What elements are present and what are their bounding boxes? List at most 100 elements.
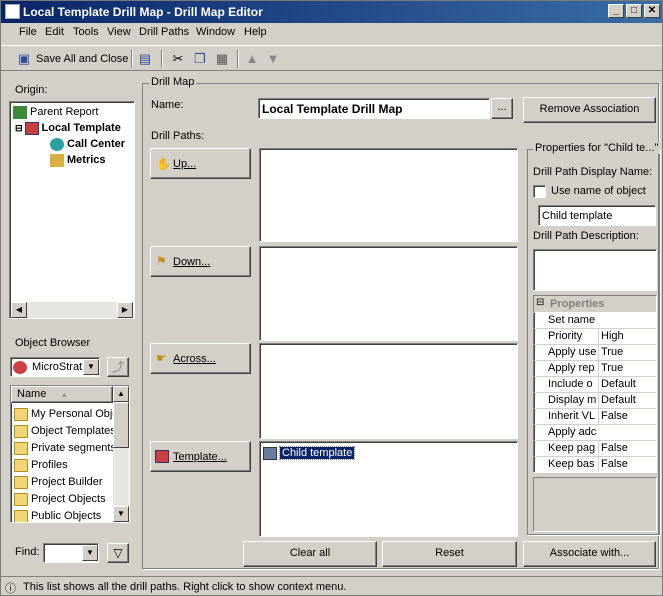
menu-window[interactable]: Window [196, 26, 235, 38]
folder-icon [14, 475, 28, 489]
clear-all-button[interactable]: Clear all [243, 541, 377, 567]
list-item[interactable]: Public Objects [14, 508, 101, 522]
status-text: This list shows all the drill paths. Rig… [23, 581, 347, 593]
up-arrow-icon: ✋ [156, 157, 171, 171]
folder-icon [14, 492, 28, 506]
filter-button[interactable]: ▽ [107, 543, 129, 563]
folder-icon [14, 441, 28, 455]
remove-association-button[interactable]: Remove Association [523, 97, 656, 123]
down-paths-list[interactable] [259, 246, 518, 341]
property-row[interactable]: Display m Default [534, 393, 656, 409]
save-icon-2[interactable]: ▤ [136, 50, 154, 68]
menu-bar: File Edit Tools View Drill Paths Window … [1, 23, 662, 43]
property-row[interactable]: Include o Default [534, 377, 656, 393]
status-bar: ⓘ This list shows all the drill paths. R… [1, 576, 662, 596]
browse-button[interactable]: ... [491, 98, 513, 119]
property-row[interactable]: Keep pag False [534, 441, 656, 457]
across-button[interactable]: ☛ Across... [150, 343, 251, 374]
list-item[interactable]: My Personal Obje [14, 406, 118, 422]
template-button[interactable]: Template... [150, 441, 251, 472]
tree-item-call-center[interactable]: Call Center [50, 136, 125, 152]
find-dropdown[interactable]: ▼ [43, 543, 99, 563]
menu-view[interactable]: View [107, 26, 131, 38]
parent-folder-button[interactable]: ⤴ [107, 357, 129, 377]
property-row[interactable]: Apply adc [534, 425, 656, 441]
property-row[interactable]: Apply use True [534, 345, 656, 361]
save-all-and-close-button[interactable]: Save All and Close [36, 53, 128, 65]
chevron-down-icon[interactable]: ▼ [82, 545, 98, 561]
filter-icon: ▽ [113, 546, 123, 560]
tree-item-local-template[interactable]: ⊟ Local Template [15, 120, 121, 136]
folder-icon [14, 424, 28, 438]
chevron-down-icon[interactable]: ▼ [83, 359, 99, 375]
up-paths-list[interactable] [259, 148, 518, 242]
tree-item-metrics[interactable]: Metrics [50, 152, 106, 168]
microstrategy-icon [13, 361, 27, 374]
object-browser-list[interactable]: Name ▲ My Personal Obje Object Templates … [10, 385, 130, 523]
object-browser-vertical-scrollbar[interactable]: ▲ ▼ [113, 386, 129, 522]
cut-icon[interactable]: ✂ [169, 50, 187, 68]
property-row[interactable]: Set name [534, 313, 656, 329]
scroll-down-arrow[interactable]: ▼ [113, 506, 129, 522]
toolbar: ▣ Save All and Close ▤ ✂ ❐ ▦ ▲ ▼ [1, 45, 662, 71]
list-item[interactable]: Object Templates [14, 423, 116, 439]
minimize-button[interactable]: _ [608, 4, 624, 18]
sort-arrow-icon: ▲ [60, 390, 69, 399]
drill-paths-label: Drill Paths: [151, 130, 205, 142]
display-name-label: Drill Path Display Name: [533, 166, 653, 178]
description-input[interactable] [533, 249, 657, 291]
menu-help[interactable]: Help [244, 26, 267, 38]
drill-map-name-input[interactable]: Local Template Drill Map [258, 98, 490, 119]
list-item[interactable]: Project Builder [14, 474, 103, 490]
menu-tools[interactable]: Tools [73, 26, 99, 38]
save-icon: ▣ [17, 51, 31, 66]
list-item[interactable]: Private segments [14, 440, 116, 456]
toolbar-separator [131, 50, 133, 68]
object-source-dropdown[interactable]: MicroStrat ▼ [10, 357, 100, 377]
property-row[interactable]: Keep bas False [534, 457, 656, 472]
list-item[interactable]: Profiles [14, 457, 68, 473]
scroll-thumb[interactable] [113, 402, 129, 448]
object-browser-label: Object Browser [15, 337, 91, 349]
tree-item-parent-report[interactable]: Parent Report [13, 104, 98, 120]
name-column-header[interactable]: Name ▲ [11, 386, 113, 403]
window-title: Local Template Drill Map - Drill Map Edi… [23, 5, 263, 19]
menu-file[interactable]: File [19, 26, 37, 38]
associate-with-button[interactable]: Associate with... [523, 541, 656, 567]
origin-horizontal-scrollbar[interactable]: ◀ ▶ [11, 302, 133, 318]
find-label: Find: [15, 546, 40, 558]
down-button[interactable]: ⚑ Down... [150, 246, 251, 277]
properties-grid[interactable]: ⊟ Properties Set name Priority High Apply… [533, 295, 657, 473]
maximize-button[interactable]: □ [626, 4, 642, 18]
property-row[interactable]: Inherit VL False [534, 409, 656, 425]
list-item[interactable]: Project Objects [14, 491, 106, 507]
paste-icon[interactable]: ▦ [213, 50, 231, 68]
move-down-icon[interactable]: ▼ [264, 50, 282, 68]
toolbar-separator [161, 50, 163, 68]
use-name-label: Use name of object [551, 185, 646, 197]
scroll-up-arrow[interactable]: ▲ [113, 386, 129, 402]
title-bar: Local Template Drill Map - Drill Map Edi… [1, 1, 662, 23]
menu-edit[interactable]: Edit [45, 26, 64, 38]
display-name-input[interactable]: Child template [538, 205, 656, 226]
across-paths-list[interactable] [259, 343, 518, 439]
drill-map-group-title: Drill Map [149, 76, 197, 88]
scroll-right-arrow[interactable]: ▶ [117, 302, 133, 318]
property-row[interactable]: Priority High [534, 329, 656, 345]
collapse-icon: ⊟ [15, 123, 23, 133]
origin-tree[interactable]: Parent Report ⊟ Local Template Call Cente… [9, 101, 135, 319]
up-button[interactable]: ✋ Up... [150, 148, 251, 179]
template-paths-list[interactable]: Child template [259, 441, 518, 537]
move-up-icon[interactable]: ▲ [243, 50, 261, 68]
close-button[interactable]: ✕ [644, 4, 660, 18]
toolbar-separator [237, 50, 239, 68]
reset-button[interactable]: Reset [382, 541, 517, 567]
scroll-left-arrow[interactable]: ◀ [11, 302, 27, 318]
list-item-child-template[interactable]: Child template [263, 445, 356, 461]
template-icon [24, 121, 39, 135]
property-row[interactable]: Apply rep True [534, 361, 656, 377]
collapse-icon[interactable]: ⊟ [536, 297, 544, 308]
use-name-checkbox[interactable] [533, 185, 546, 198]
copy-icon[interactable]: ❐ [191, 50, 209, 68]
menu-drill-paths[interactable]: Drill Paths [139, 26, 189, 38]
